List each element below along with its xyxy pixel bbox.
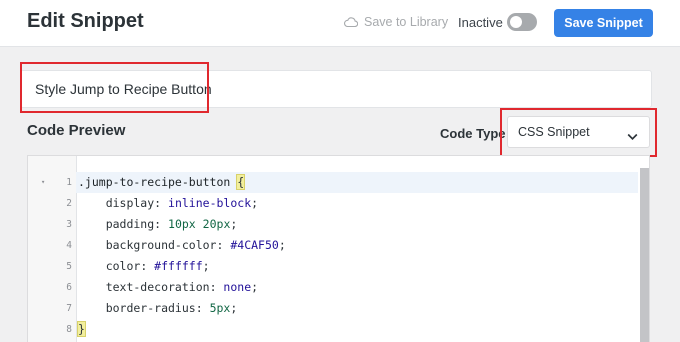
status-label: Inactive	[458, 15, 503, 30]
line-number: 2	[66, 198, 72, 209]
code-text: border-radius: 5px;	[78, 301, 238, 315]
line-number: 1	[66, 177, 72, 188]
code-line: 5 color: #ffffff;	[28, 256, 638, 277]
code-line: 3 padding: 10px 20px;	[28, 214, 638, 235]
fold-toggle-icon[interactable]: ▾	[41, 172, 45, 193]
editor-scrollbar[interactable]	[640, 168, 649, 342]
code-text: }	[77, 321, 86, 337]
code-line: 7 border-radius: 5px;	[28, 298, 638, 319]
line-number: 8	[66, 324, 72, 335]
cloud-icon	[344, 17, 358, 27]
code-text: display: inline-block;	[78, 196, 259, 210]
code-line: 4 background-color: #4CAF50;	[28, 235, 638, 256]
page-title: Edit Snippet	[27, 10, 144, 32]
active-toggle[interactable]	[507, 13, 537, 31]
code-line: 6 text-decoration: none;	[28, 277, 638, 298]
toggle-knob	[510, 16, 522, 28]
code-editor[interactable]: ▾ 1 .jump-to-recipe-button { 2 display: inl…	[27, 155, 650, 342]
code-line: 8}	[28, 319, 638, 340]
highlight-box-code-type	[500, 108, 657, 157]
save-to-library-button[interactable]: Save to Library	[344, 15, 448, 29]
line-number: 3	[66, 219, 72, 230]
line-number: 6	[66, 282, 72, 293]
code-line: ▾ 1 .jump-to-recipe-button {	[28, 172, 638, 193]
highlight-box-title	[20, 62, 209, 113]
code-text: color: #ffffff;	[78, 259, 210, 273]
save-to-library-label: Save to Library	[364, 15, 449, 29]
code-text: padding: 10px 20px;	[78, 217, 238, 231]
line-number: 4	[66, 240, 72, 251]
code-line: 2 display: inline-block;	[28, 193, 638, 214]
code-text: background-color: #4CAF50;	[78, 238, 286, 252]
line-number: 5	[66, 261, 72, 272]
line-number: 7	[66, 303, 72, 314]
code-type-label: Code Type	[440, 126, 506, 141]
code-text: .jump-to-recipe-button {	[78, 174, 246, 190]
code-text: text-decoration: none;	[78, 280, 259, 294]
top-bar: Edit Snippet Save to Library Inactive Sa…	[0, 0, 680, 47]
save-snippet-button[interactable]: Save Snippet	[554, 9, 653, 37]
code-preview-heading: Code Preview	[27, 122, 126, 139]
